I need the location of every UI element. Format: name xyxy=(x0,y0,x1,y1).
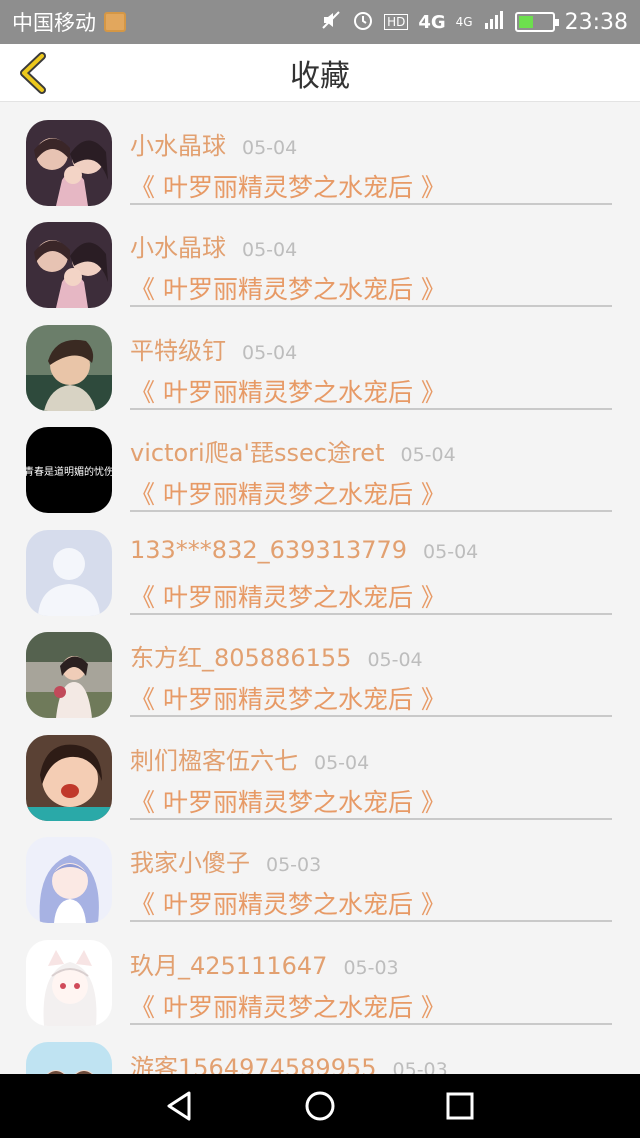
date-label: 05-04 xyxy=(423,541,479,563)
avatar[interactable] xyxy=(26,1042,112,1074)
username: 玖月_425111647 xyxy=(130,952,328,980)
carrier-name: 中国移动 xyxy=(12,11,96,35)
date-label: 05-04 xyxy=(400,444,456,466)
avatar[interactable] xyxy=(26,632,112,718)
list-item[interactable]: 东方红_805886155 05-04 《 叶罗丽精灵梦之水宠后 》 xyxy=(0,614,640,718)
date-label: 05-03 xyxy=(266,854,322,876)
avatar[interactable] xyxy=(26,837,112,923)
battery-icon xyxy=(514,12,559,32)
favorites-list[interactable]: 小水晶球 05-04 《 叶罗丽精灵梦之水宠后 》 小水晶球 05-04 《 叶… xyxy=(0,102,640,1074)
mute-icon xyxy=(320,9,342,36)
list-item[interactable]: 133***832_639313779 05-04 《 叶罗丽精灵梦之水宠后 》 xyxy=(0,512,640,616)
book-title[interactable]: 《 叶罗丽精灵梦之水宠后 》 xyxy=(130,168,446,204)
book-title[interactable]: 《 叶罗丽精灵梦之水宠后 》 xyxy=(130,270,446,306)
square-recents-icon xyxy=(446,1092,474,1120)
date-label: 05-04 xyxy=(367,649,423,671)
list-item[interactable]: 我家小傻子 05-03 《 叶罗丽精灵梦之水宠后 》 xyxy=(0,819,640,923)
username: 游客1564974589955 xyxy=(130,1054,377,1074)
nav-recents-button[interactable] xyxy=(440,1086,480,1126)
book-title[interactable]: 《 叶罗丽精灵梦之水宠后 》 xyxy=(130,578,446,614)
book-title[interactable]: 《 叶罗丽精灵梦之水宠后 》 xyxy=(130,988,446,1024)
gallery-notification-icon xyxy=(104,12,126,32)
page-title: 收藏 xyxy=(290,58,350,94)
list-item[interactable]: 小水晶球 05-04 《 叶罗丽精灵梦之水宠后 》 xyxy=(0,102,640,206)
date-label: 05-04 xyxy=(242,342,298,364)
back-button[interactable] xyxy=(14,50,54,96)
date-label: 05-03 xyxy=(343,957,399,979)
book-title[interactable]: 《 叶罗丽精灵梦之水宠后 》 xyxy=(130,885,446,921)
network-4g-label: 4G xyxy=(418,11,446,33)
triangle-back-icon xyxy=(167,1091,191,1121)
default-avatar-icon[interactable] xyxy=(26,530,112,616)
avatar[interactable] xyxy=(26,222,112,308)
date-label: 05-03 xyxy=(392,1059,448,1074)
title-bar: 收藏 xyxy=(0,44,640,102)
clock: 23:38 xyxy=(564,9,628,35)
book-title[interactable]: 《 叶罗丽精灵梦之水宠后 》 xyxy=(130,373,446,409)
system-nav-bar xyxy=(0,1074,640,1138)
alarm-icon xyxy=(352,9,374,36)
book-title[interactable]: 《 叶罗丽精灵梦之水宠后 》 xyxy=(130,680,446,716)
username: 小水晶球 xyxy=(130,132,226,160)
avatar[interactable] xyxy=(26,735,112,821)
signal-icon xyxy=(483,9,505,36)
avatar[interactable] xyxy=(26,120,112,206)
list-item[interactable]: 游客1564974589955 05-03 xyxy=(0,1024,640,1074)
username: 133***832_639313779 xyxy=(130,536,408,564)
avatar[interactable] xyxy=(26,325,112,411)
status-icons: HD 4G 4G 23:38 xyxy=(320,9,628,36)
list-item[interactable]: 玖月_425111647 05-03 《 叶罗丽精灵梦之水宠后 》 xyxy=(0,922,640,1026)
status-bar: 中国移动 HD 4G 4G 23:38 xyxy=(0,0,640,44)
username: 我家小傻子 xyxy=(130,849,250,877)
nav-back-button[interactable] xyxy=(160,1086,200,1126)
date-label: 05-04 xyxy=(242,239,298,261)
username: 刺们楹客伍六七 xyxy=(130,747,298,775)
circle-home-icon xyxy=(305,1091,335,1121)
list-item[interactable]: 平特级钉 05-04 《 叶罗丽精灵梦之水宠后 》 xyxy=(0,307,640,411)
book-title[interactable]: 《 叶罗丽精灵梦之水宠后 》 xyxy=(130,783,446,819)
chevron-left-icon xyxy=(20,52,46,94)
avatar[interactable]: 青春是道明媚的忧伤 xyxy=(26,427,112,513)
network-4g-secondary-label: 4G xyxy=(455,15,473,29)
book-title[interactable]: 《 叶罗丽精灵梦之水宠后 》 xyxy=(130,475,446,511)
date-label: 05-04 xyxy=(314,752,370,774)
list-item[interactable]: 刺们楹客伍六七 05-04 《 叶罗丽精灵梦之水宠后 》 xyxy=(0,717,640,821)
hd-icon: HD xyxy=(384,14,409,30)
nav-home-button[interactable] xyxy=(300,1086,340,1126)
list-item[interactable]: 青春是道明媚的忧伤 victori爬a'琵ssec途ret 05-04 《 叶罗… xyxy=(0,409,640,513)
avatar[interactable] xyxy=(26,940,112,1026)
username: 平特级钉 xyxy=(130,337,226,365)
date-label: 05-04 xyxy=(242,137,298,159)
username: 小水晶球 xyxy=(130,234,226,262)
username: victori爬a'琵ssec途ret xyxy=(130,439,385,467)
username: 东方红_805886155 xyxy=(130,644,352,672)
list-item[interactable]: 小水晶球 05-04 《 叶罗丽精灵梦之水宠后 》 xyxy=(0,204,640,308)
avatar-caption: 青春是道明媚的忧伤 xyxy=(26,466,112,478)
